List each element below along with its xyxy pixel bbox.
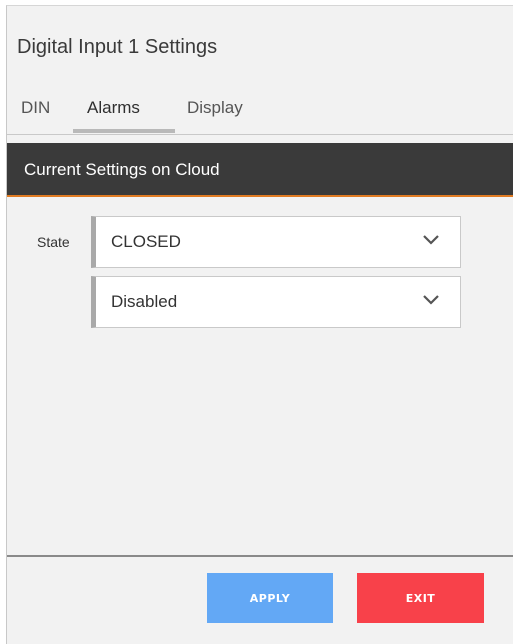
tab-divider: [7, 134, 513, 135]
dialog-title: Digital Input 1 Settings: [17, 36, 218, 58]
footer-divider: [7, 555, 513, 557]
section-header: Current Settings on Cloud: [7, 143, 513, 197]
tab-bar: DIN Alarms Display: [7, 90, 513, 136]
tab-din[interactable]: DIN: [21, 98, 50, 134]
chevron-down-icon: [423, 235, 439, 245]
settings-dialog: Digital Input 1 Settings DIN Alarms Disp…: [6, 5, 513, 644]
mode-select-value: Disabled: [111, 292, 178, 311]
active-tab-indicator: [73, 129, 175, 133]
chevron-down-icon: [423, 295, 439, 305]
mode-select[interactable]: Disabled: [91, 276, 461, 328]
state-label: State: [37, 234, 70, 250]
state-select[interactable]: CLOSED: [91, 216, 461, 268]
section-header-title: Current Settings on Cloud: [24, 160, 220, 179]
state-select-value: CLOSED: [111, 232, 181, 251]
exit-button[interactable]: EXIT: [357, 573, 484, 623]
apply-button[interactable]: APPLY: [207, 573, 333, 623]
tab-display[interactable]: Display: [187, 98, 243, 134]
